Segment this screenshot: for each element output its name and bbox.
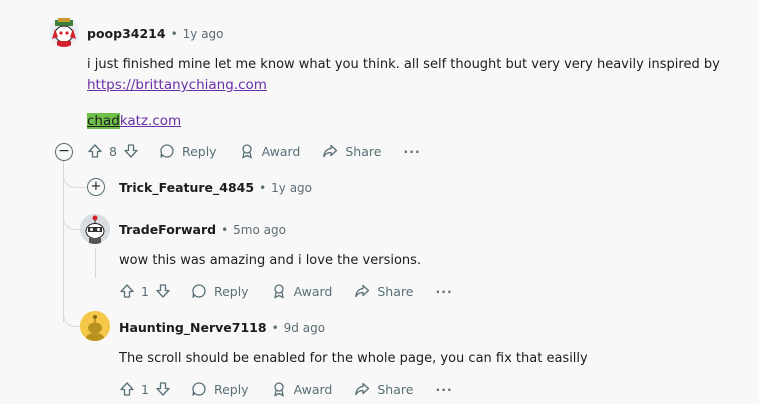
reply-button[interactable]: Reply xyxy=(191,381,249,397)
comment-actions: 1 Reply Award Share ··· xyxy=(119,283,453,299)
vote-count: 1 xyxy=(141,283,149,299)
comment-bubble-icon xyxy=(191,381,207,397)
share-label: Share xyxy=(345,143,382,159)
username[interactable]: Trick_Feature_4845 xyxy=(119,180,254,195)
username[interactable]: TradeForward xyxy=(119,222,216,237)
comment-link[interactable]: https://brittanychiang.com xyxy=(87,77,267,93)
more-options-icon[interactable]: ··· xyxy=(435,284,452,299)
thread-line-reply xyxy=(95,248,96,278)
upvote-icon[interactable] xyxy=(87,143,103,159)
more-options-icon[interactable]: ··· xyxy=(403,144,420,159)
award-label: Award xyxy=(293,283,333,299)
comment-bubble-icon xyxy=(159,143,175,159)
upvote-icon[interactable] xyxy=(119,381,135,397)
thread-branch xyxy=(63,160,88,188)
comment-body: wow this was amazing and i love the vers… xyxy=(119,253,422,268)
share-button[interactable]: Share xyxy=(354,283,413,299)
comment-header: Haunting_Nerve7118 • 9d ago xyxy=(119,320,325,335)
snoo-avatar-icon xyxy=(49,17,79,47)
more-options-icon[interactable]: ··· xyxy=(435,382,452,397)
award-button[interactable]: Award xyxy=(271,283,333,299)
snoo-avatar-icon xyxy=(80,311,110,341)
timestamp[interactable]: 5mo ago xyxy=(233,223,286,237)
expand-thread-button[interactable]: + xyxy=(87,178,105,196)
timestamp[interactable]: 9d ago xyxy=(284,321,325,335)
timestamp[interactable]: 1y ago xyxy=(271,181,312,195)
comment-link-2[interactable]: chadkatz.com xyxy=(87,113,181,129)
reply-label: Reply xyxy=(213,283,249,299)
avatar[interactable] xyxy=(49,17,79,47)
vote-group: 8 xyxy=(87,143,139,159)
separator-dot: • xyxy=(271,320,279,335)
reply-label: Reply xyxy=(181,143,217,159)
share-label: Share xyxy=(377,283,414,299)
highlighted-text: chad xyxy=(87,113,120,129)
reply-button[interactable]: Reply xyxy=(191,283,249,299)
snoo-avatar-icon xyxy=(80,214,110,244)
separator-dot: • xyxy=(259,180,267,195)
downvote-icon[interactable] xyxy=(123,143,139,159)
username[interactable]: Haunting_Nerve7118 xyxy=(119,320,267,335)
share-icon xyxy=(354,381,370,397)
comment-actions: 1 Reply Award Share ··· xyxy=(119,381,453,397)
vote-count: 1 xyxy=(141,381,149,397)
vote-group: 1 xyxy=(119,381,171,397)
downvote-icon[interactable] xyxy=(155,283,171,299)
downvote-icon[interactable] xyxy=(155,381,171,397)
comment-header: Trick_Feature_4845 • 1y ago xyxy=(119,180,312,195)
share-icon xyxy=(322,143,338,159)
share-label: Share xyxy=(377,381,414,397)
award-icon xyxy=(239,143,255,159)
username[interactable]: poop34214 xyxy=(87,26,166,41)
vote-count: 8 xyxy=(109,143,117,159)
vote-group: 1 xyxy=(119,283,171,299)
award-icon xyxy=(271,283,287,299)
comment-header: poop34214 • 1y ago xyxy=(87,26,224,41)
award-label: Award xyxy=(261,143,301,159)
share-button[interactable]: Share xyxy=(322,143,381,159)
award-label: Award xyxy=(293,381,333,397)
timestamp[interactable]: 1y ago xyxy=(183,27,224,41)
collapse-thread-button[interactable]: − xyxy=(55,143,73,161)
reply-label: Reply xyxy=(213,381,249,397)
separator-dot: • xyxy=(170,26,178,41)
comment-body: i just finished mine let me know what yo… xyxy=(87,57,720,72)
share-icon xyxy=(354,283,370,299)
award-button[interactable]: Award xyxy=(239,143,301,159)
comment-header: TradeForward • 5mo ago xyxy=(119,222,286,237)
thread-branch xyxy=(63,300,80,327)
avatar[interactable] xyxy=(80,311,110,341)
link-text: katz.com xyxy=(119,113,182,129)
comment-actions: 8 Reply Award Share ··· xyxy=(87,143,421,159)
comment-body: The scroll should be enabled for the who… xyxy=(119,351,588,366)
thread-line-main xyxy=(63,160,64,322)
separator-dot: • xyxy=(221,222,229,237)
reply-button[interactable]: Reply xyxy=(159,143,217,159)
share-button[interactable]: Share xyxy=(354,381,413,397)
comment-bubble-icon xyxy=(191,283,207,299)
award-button[interactable]: Award xyxy=(271,381,333,397)
award-icon xyxy=(271,381,287,397)
upvote-icon[interactable] xyxy=(119,283,135,299)
thread-branch xyxy=(63,205,80,230)
avatar[interactable] xyxy=(80,214,110,244)
